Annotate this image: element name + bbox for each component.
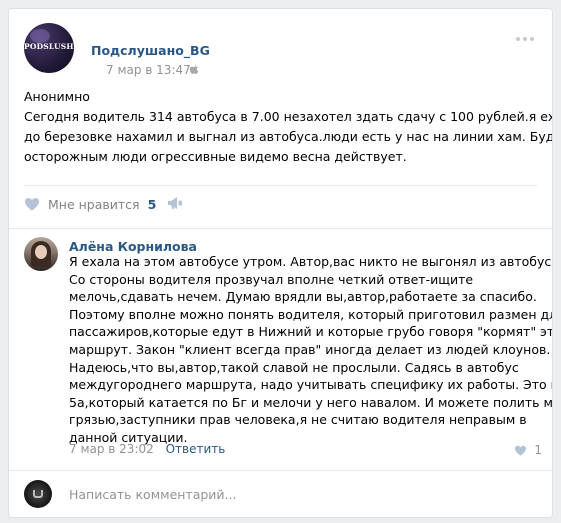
post-card: PODSLUSHANO Подслушано_BG 7 мар в 13:47 …: [8, 8, 553, 518]
comment-text-line: Я ехала на этом автобусе утром. Автор,ва…: [69, 254, 553, 269]
more-dot: [523, 37, 527, 41]
avatar-mark: [33, 490, 43, 498]
more-icon[interactable]: [516, 37, 534, 41]
group-name-link[interactable]: Подслушано_BG: [91, 43, 210, 58]
post-text-line: Анонимно: [24, 89, 90, 104]
post-date[interactable]: 7 мар в 13:47: [106, 63, 191, 77]
post-text-line: осторожным люди огрессивные видемо весна…: [24, 149, 407, 164]
comment-text-line: 5а,который катается по Бг и мелочи у нег…: [69, 394, 553, 410]
comment-text-line: пассажиров,которые едут в Нижний и котор…: [69, 324, 553, 340]
heart-icon: [515, 445, 527, 456]
apple-icon: [189, 64, 199, 74]
comment-text-line: мелочь,сдавать нечем. Думаю врядли вы,ав…: [69, 289, 537, 305]
comment-text-line: Поэтому вполне можно понять водителя, ко…: [69, 306, 553, 322]
comment-like-button[interactable]: 1: [514, 443, 542, 457]
comment-date[interactable]: 7 мар в 23:02: [69, 442, 154, 456]
reply-button[interactable]: Ответить: [166, 442, 226, 456]
comment-author-avatar[interactable]: [24, 237, 58, 271]
more-dot: [530, 37, 534, 41]
like-label: Мне нравится: [48, 196, 140, 212]
divider: [9, 470, 552, 471]
group-avatar[interactable]: PODSLUSHANO: [24, 23, 74, 73]
heart-icon: [25, 198, 39, 211]
post-text-line: Сегодня водитель 314 автобуса в 7.00 нез…: [24, 109, 553, 124]
comment-text-line: маршрут. Закон "клиент всегда прав" иног…: [69, 341, 551, 357]
more-dot: [516, 37, 520, 41]
comment-input[interactable]: [69, 484, 529, 504]
divider: [24, 185, 537, 186]
group-logo: PODSLUSHANO: [24, 42, 74, 51]
like-button[interactable]: Мне нравится 5: [24, 194, 156, 214]
avatar-face: [35, 245, 47, 259]
comment-text-line: междугороднего маршрута, надо учитывать …: [69, 377, 553, 393]
current-user-avatar[interactable]: [24, 480, 52, 508]
comment-like-count: 1: [534, 443, 542, 457]
like-count: 5: [147, 196, 157, 212]
comment-text-line: Надеюсь,что вы,автор,такой славой не про…: [69, 359, 519, 375]
comment-text-line: Со стороны водителя прозвучал вполне чет…: [69, 271, 474, 287]
divider: [9, 228, 552, 229]
comment-text: Я ехала на этом автобусе утром. Автор,ва…: [69, 253, 553, 447]
comment-meta: 7 мар в 23:02 Ответить: [69, 442, 225, 456]
share-icon[interactable]: [167, 196, 183, 210]
avatar-glow: [30, 29, 50, 43]
comment-author-name[interactable]: Алёна Корнилова: [69, 239, 197, 254]
post-text-line: до березовке нахамил и выгнал из автобус…: [24, 129, 553, 144]
post-text: Анонимно Сегодня водитель 314 автобуса в…: [24, 87, 553, 167]
comment-text-line: грязью,заступники прав человека,я не счи…: [69, 412, 527, 428]
